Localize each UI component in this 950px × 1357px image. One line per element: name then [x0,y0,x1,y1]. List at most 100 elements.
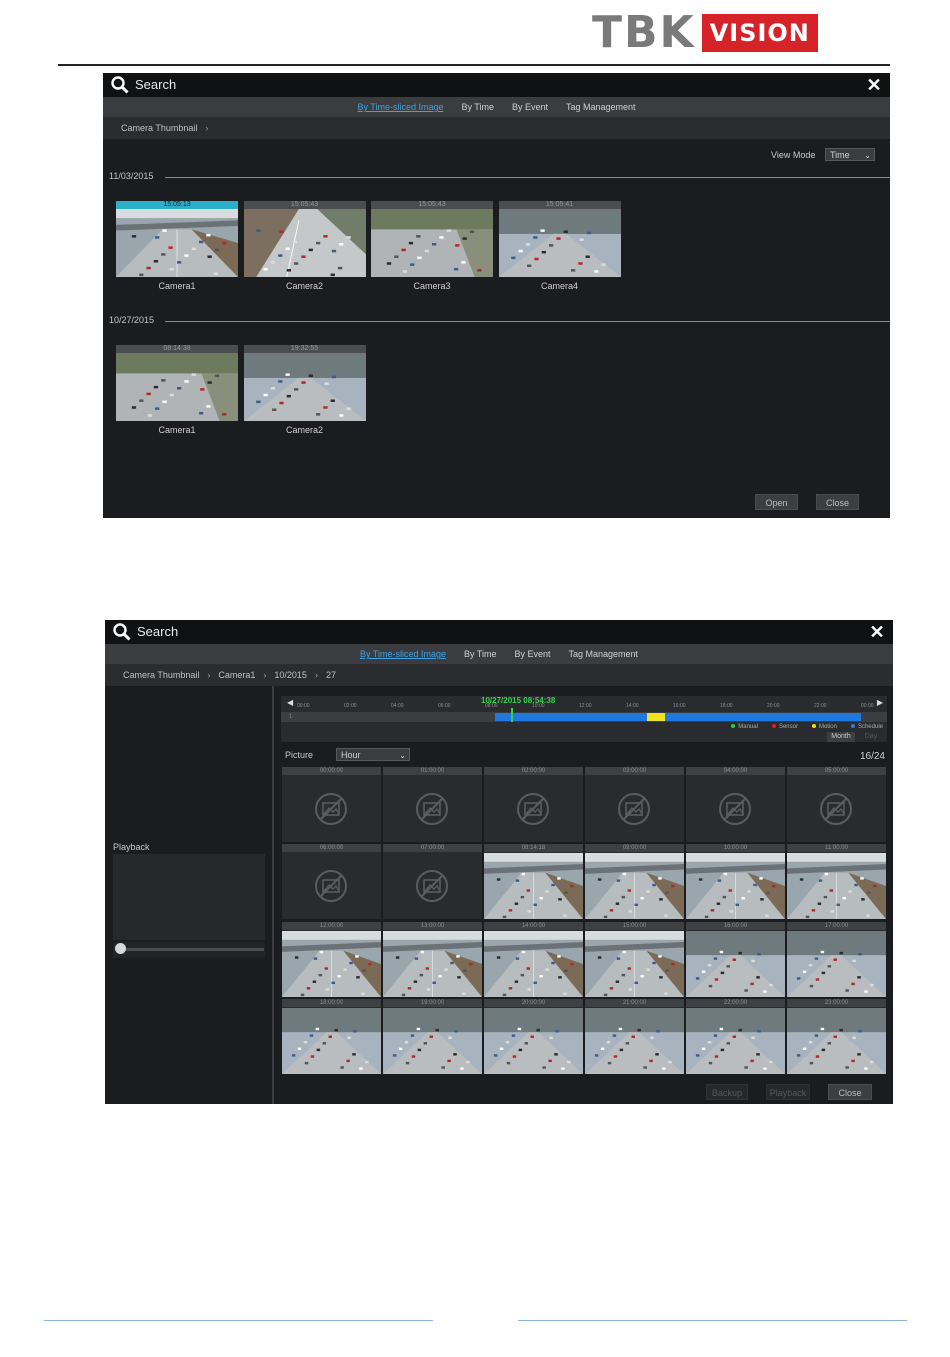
thumbnail-time: 08:14:38 [116,345,238,353]
camera-snapshot [787,930,886,997]
camera-snapshot [243,353,366,421]
chevron-right-icon: › [314,670,318,680]
legend-label: Sensor [778,724,798,730]
hour-thumbnail-time: 07:00:00 [383,844,482,853]
playback-slider-handle[interactable] [115,943,126,954]
breadcrumb-item[interactable]: 10/2015 [274,670,307,680]
camera-snapshot [484,853,583,920]
timeline-cursor[interactable] [511,708,513,722]
tab-by-time-sliced-image[interactable]: By Time-sliced Image [357,97,443,117]
no-image-icon [820,793,852,825]
thumbnail-camera-label: Camera4 [540,281,578,291]
open-button[interactable]: Open [755,494,798,510]
month-button[interactable]: Month [827,732,855,742]
camera-thumbnail[interactable]: 15:05:13 Camera1 [116,201,238,291]
hour-thumbnail-time: 15:00:00 [585,921,684,930]
breadcrumb-item[interactable]: Camera Thumbnail [123,670,199,680]
hour-thumbnail[interactable]: 08:14:18 [484,844,583,920]
hour-thumbnail-time: 16:00:00 [686,921,785,930]
playback-button[interactable]: Playback [766,1084,810,1100]
hour-thumbnail[interactable]: 19:00:00 [383,998,482,1074]
playback-slider-track[interactable] [117,948,264,951]
camera-snapshot [383,930,482,997]
breadcrumb-item[interactable]: Camera Thumbnail [121,123,197,133]
hour-thumbnail-time: 22:00:00 [686,998,785,1007]
timeline-ruler: ◀ ▶ 00:00 02:00 04:00 06:00 08:00 10:00 12:00 14:… [281,696,887,712]
caret-right-icon[interactable]: ▶ [877,698,883,707]
record-segment [495,713,511,721]
close-button[interactable]: Close [816,494,859,510]
close-icon[interactable]: ✕ [867,622,887,642]
timeline-tick-label: 16:00 [673,703,686,709]
hour-thumbnail[interactable]: 00:00:00 [282,767,381,842]
hour-thumbnail-time: 04:00:00 [686,767,785,775]
tab-by-event[interactable]: By Event [514,644,550,664]
motion-segment [647,713,665,721]
hour-thumbnail[interactable]: 05:00:00 [787,767,886,842]
tab-by-time[interactable]: By Time [464,644,497,664]
camera-thumbnail[interactable]: 08:14:38 Camera1 [116,345,238,435]
hour-thumbnail[interactable]: 10:00:00 [686,844,785,920]
footer-rule-left [44,1320,433,1321]
thumbnail-time: 19:32:55 [243,345,366,353]
title-bar: Search ✕ [103,73,890,97]
tab-by-event[interactable]: By Event [512,97,548,117]
legend-label: Motion [818,724,837,730]
playback-label: Playback [113,842,150,852]
breadcrumb-item[interactable]: 27 [326,670,336,680]
camera-snapshot [484,930,583,997]
hour-thumbnail[interactable]: 16:00:00 [686,921,785,997]
camera-thumbnail[interactable]: 15:05:43 Camera2 [243,201,366,291]
close-button[interactable]: Close [828,1084,872,1100]
timeline-tick-label: 18:00 [720,703,733,709]
tab-by-time-sliced-image[interactable]: By Time-sliced Image [360,644,446,664]
hour-thumbnail[interactable]: 20:00:00 [484,998,583,1074]
tab-tag-management[interactable]: Tag Management [569,644,639,664]
hour-thumbnail[interactable]: 02:00:00 [484,767,583,842]
hour-thumbnail[interactable]: 11:00:00 [787,844,886,920]
timeline-tick-label: 00:00 [297,703,310,709]
empty-thumbnail [282,853,381,919]
camera-thumbnail[interactable]: 15:05:43 Camera3 [371,201,493,291]
view-mode-select[interactable]: Time ⌄ [825,148,875,161]
hour-thumbnail[interactable]: 06:00:00 [282,844,381,920]
hour-thumbnail[interactable]: 13:00:00 [383,921,482,997]
camera-snapshot [585,1007,684,1074]
hour-thumbnail[interactable]: 03:00:00 [585,767,684,842]
caret-left-icon[interactable]: ◀ [287,698,293,707]
camera-thumbnail[interactable]: 19:32:55 Camera2 [243,345,366,435]
hour-thumbnail[interactable]: 21:00:00 [585,998,684,1074]
picture-mode-select[interactable]: Hour ⌄ [336,748,410,761]
hour-thumbnail[interactable]: 07:00:00 [383,844,482,920]
close-icon[interactable]: ✕ [864,75,884,95]
tab-by-time[interactable]: By Time [461,97,494,117]
hour-thumbnail[interactable]: 12:00:00 [282,921,381,997]
day-button[interactable]: Day [857,732,885,742]
hour-thumbnail[interactable]: 22:00:00 [686,998,785,1074]
timeline-record-bar[interactable]: 1 [281,708,887,722]
timeline[interactable]: ◀ ▶ 00:00 02:00 04:00 06:00 08:00 10:00 12:00 14:… [281,696,887,742]
hour-thumbnail-time: 10:00:00 [686,844,785,853]
thumbnail-camera-label: Camera3 [413,281,451,291]
hour-thumbnail[interactable]: 14:00:00 [484,921,583,997]
hour-thumbnail[interactable]: 09:00:00 [585,844,684,920]
backup-button[interactable]: Backup [706,1084,748,1100]
date-group-rule [165,177,890,178]
date-group-label: 10/27/2015 [109,315,155,325]
hour-thumbnail-time: 09:00:00 [585,844,684,853]
legend-dot-icon [731,724,736,729]
hour-thumbnail[interactable]: 04:00:00 [686,767,785,842]
camera-snapshot [243,209,366,277]
hour-thumbnail[interactable]: 23:00:00 [787,998,886,1074]
picture-label: Picture [285,750,314,760]
hour-thumbnail[interactable]: 15:00:00 [585,921,684,997]
breadcrumb-item[interactable]: Camera1 [218,670,255,680]
view-mode-label: View Mode [771,150,816,160]
camera-snapshot [498,209,621,277]
hour-thumbnail[interactable]: 18:00:00 [282,998,381,1074]
camera-thumbnail[interactable]: 15:05:41 Camera4 [498,201,621,291]
tab-tag-management[interactable]: Tag Management [566,97,636,117]
hour-thumbnail[interactable]: 17:00:00 [787,921,886,997]
hour-thumbnail[interactable]: 01:00:00 [383,767,482,842]
thumbnail-camera-label: Camera1 [158,425,196,435]
